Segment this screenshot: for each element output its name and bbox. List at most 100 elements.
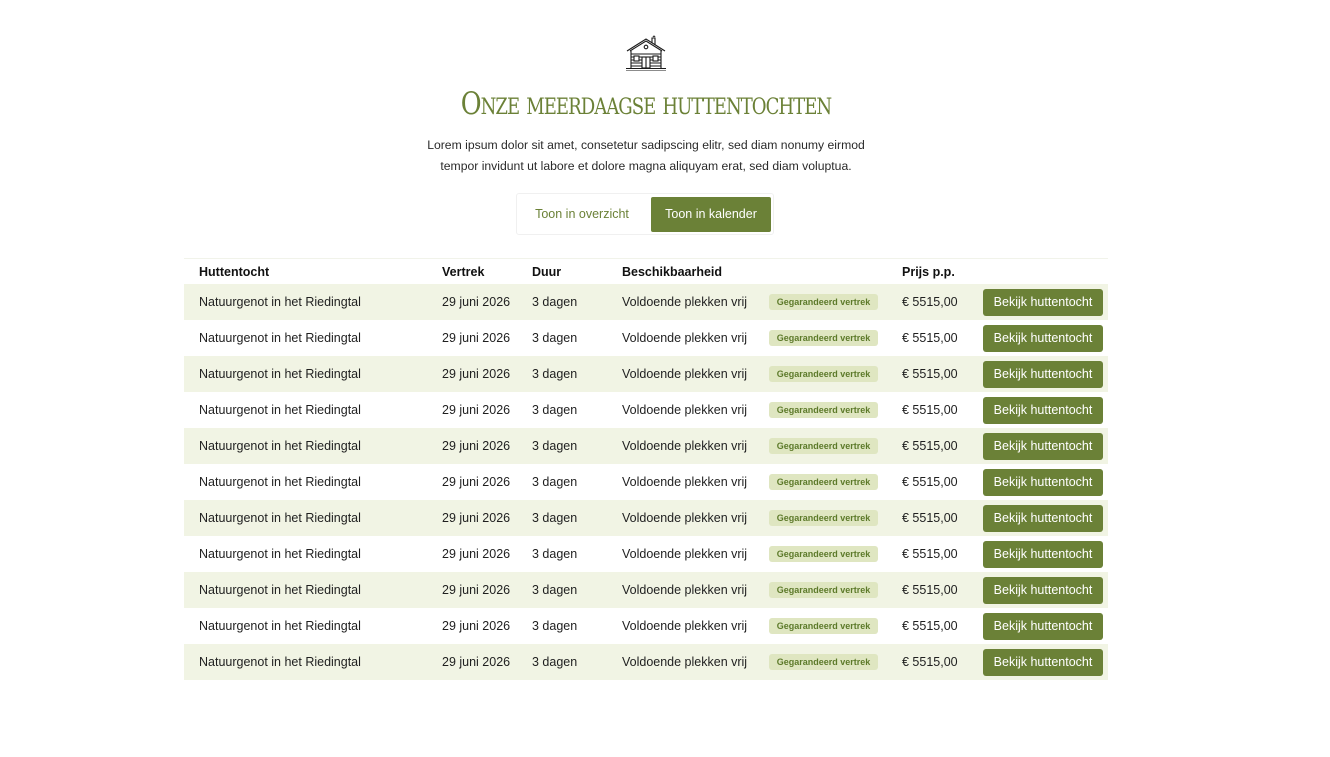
price: € 5515,00 (902, 511, 958, 525)
availability: Voldoende plekken vrij (622, 403, 748, 417)
page-title: Onze meerdaagse huttentochten (460, 86, 832, 122)
tour-name: Natuurgenot in het Riedingtal (199, 367, 361, 381)
availability: Voldoende plekken vrij (622, 295, 748, 309)
duration: 3 dagen (532, 475, 578, 489)
price: € 5515,00 (902, 295, 958, 309)
table-row: Natuurgenot in het Riedingtal 29 juni 202… (184, 284, 1108, 320)
departure-date: 29 juni 2026 (442, 403, 511, 417)
intro-line-1: Lorem ipsum dolor sit amet, consetetur s… (427, 138, 865, 152)
duration: 3 dagen (532, 403, 578, 417)
duration: 3 dagen (532, 583, 578, 597)
intro-line-2: tempor invidunt ut labore et dolore magn… (440, 159, 852, 173)
column-header-price: Prijs p.p. (902, 265, 955, 279)
guaranteed-departure-badge: Gegarandeerd vertrek (769, 474, 878, 490)
view-tour-button[interactable]: Bekijk huttentocht (983, 541, 1103, 568)
tour-name: Natuurgenot in het Riedingtal (199, 583, 361, 597)
guaranteed-departure-badge: Gegarandeerd vertrek (769, 402, 878, 418)
guaranteed-departure-badge: Gegarandeerd vertrek (769, 510, 878, 526)
tour-name: Natuurgenot in het Riedingtal (199, 439, 361, 453)
table-row: Natuurgenot in het Riedingtal 29 juni 202… (184, 644, 1108, 680)
departure-date: 29 juni 2026 (442, 619, 511, 633)
availability: Voldoende plekken vrij (622, 511, 748, 525)
table-header: Huttentocht Vertrek Duur Beschikbaarheid… (184, 259, 1108, 284)
table-row: Natuurgenot in het Riedingtal 29 juni 202… (184, 392, 1108, 428)
departure-date: 29 juni 2026 (442, 655, 511, 669)
availability: Voldoende plekken vrij (622, 331, 748, 345)
departure-date: 29 juni 2026 (442, 583, 511, 597)
duration: 3 dagen (532, 619, 578, 633)
guaranteed-departure-badge: Gegarandeerd vertrek (769, 582, 878, 598)
column-header-name: Huttentocht (199, 265, 270, 279)
departure-date: 29 juni 2026 (442, 511, 511, 525)
intro-text: Lorem ipsum dolor sit amet, consetetur s… (420, 135, 872, 177)
table-row: Natuurgenot in het Riedingtal 29 juni 202… (184, 500, 1108, 536)
guaranteed-departure-badge: Gegarandeerd vertrek (769, 438, 878, 454)
page: Onze meerdaagse huttentochten Lorem ipsu… (0, 0, 1330, 757)
guaranteed-departure-badge: Gegarandeerd vertrek (769, 366, 878, 382)
view-tour-button[interactable]: Bekijk huttentocht (983, 613, 1103, 640)
price: € 5515,00 (902, 655, 958, 669)
price: € 5515,00 (902, 367, 958, 381)
price: € 5515,00 (902, 475, 958, 489)
departure-date: 29 juni 2026 (442, 367, 511, 381)
view-tour-button[interactable]: Bekijk huttentocht (983, 433, 1103, 460)
table-row: Natuurgenot in het Riedingtal 29 juni 202… (184, 428, 1108, 464)
tour-name: Natuurgenot in het Riedingtal (199, 403, 361, 417)
view-tour-button[interactable]: Bekijk huttentocht (983, 325, 1103, 352)
tour-name: Natuurgenot in het Riedingtal (199, 547, 361, 561)
view-tour-button[interactable]: Bekijk huttentocht (983, 649, 1103, 676)
price: € 5515,00 (902, 331, 958, 345)
view-tour-button[interactable]: Bekijk huttentocht (983, 577, 1103, 604)
tour-name: Natuurgenot in het Riedingtal (199, 511, 361, 525)
table-row: Natuurgenot in het Riedingtal 29 juni 202… (184, 608, 1108, 644)
table-row: Natuurgenot in het Riedingtal 29 juni 202… (184, 536, 1108, 572)
availability: Voldoende plekken vrij (622, 583, 748, 597)
duration: 3 dagen (532, 547, 578, 561)
column-header-departure: Vertrek (442, 265, 485, 279)
duration: 3 dagen (532, 439, 578, 453)
price: € 5515,00 (902, 403, 958, 417)
price: € 5515,00 (902, 619, 958, 633)
view-toggle: Toon in overzicht Toon in kalender (516, 193, 774, 235)
column-header-duration: Duur (532, 265, 562, 279)
duration: 3 dagen (532, 511, 578, 525)
guaranteed-departure-badge: Gegarandeerd vertrek (769, 618, 878, 634)
duration: 3 dagen (532, 655, 578, 669)
toggle-overview-button[interactable]: Toon in overzicht (519, 197, 645, 232)
tour-name: Natuurgenot in het Riedingtal (199, 331, 361, 345)
duration: 3 dagen (532, 331, 578, 345)
guaranteed-departure-badge: Gegarandeerd vertrek (769, 330, 878, 346)
availability: Voldoende plekken vrij (622, 367, 748, 381)
table-body: Natuurgenot in het Riedingtal 29 juni 202… (184, 284, 1108, 680)
tour-name: Natuurgenot in het Riedingtal (199, 655, 361, 669)
tour-name: Natuurgenot in het Riedingtal (199, 475, 361, 489)
departure-date: 29 juni 2026 (442, 547, 511, 561)
toggle-calendar-button[interactable]: Toon in kalender (651, 197, 771, 232)
availability: Voldoende plekken vrij (622, 547, 748, 561)
view-tour-button[interactable]: Bekijk huttentocht (983, 397, 1103, 424)
departure-date: 29 juni 2026 (442, 439, 511, 453)
table-row: Natuurgenot in het Riedingtal 29 juni 202… (184, 572, 1108, 608)
view-tour-button[interactable]: Bekijk huttentocht (983, 361, 1103, 388)
duration: 3 dagen (532, 295, 578, 309)
price: € 5515,00 (902, 439, 958, 453)
departure-date: 29 juni 2026 (442, 475, 511, 489)
duration: 3 dagen (532, 367, 578, 381)
table-row: Natuurgenot in het Riedingtal 29 juni 202… (184, 320, 1108, 356)
tour-name: Natuurgenot in het Riedingtal (199, 619, 361, 633)
view-tour-button[interactable]: Bekijk huttentocht (983, 289, 1103, 316)
guaranteed-departure-badge: Gegarandeerd vertrek (769, 546, 878, 562)
price: € 5515,00 (902, 583, 958, 597)
column-header-availability: Beschikbaarheid (622, 265, 723, 279)
availability: Voldoende plekken vrij (622, 619, 748, 633)
tour-name: Natuurgenot in het Riedingtal (199, 295, 361, 309)
departure-date: 29 juni 2026 (442, 331, 511, 345)
guaranteed-departure-badge: Gegarandeerd vertrek (769, 654, 878, 670)
table-row: Natuurgenot in het Riedingtal 29 juni 202… (184, 356, 1108, 392)
hut-icon (626, 35, 666, 71)
view-tour-button[interactable]: Bekijk huttentocht (983, 505, 1103, 532)
departure-date: 29 juni 2026 (442, 295, 511, 309)
price: € 5515,00 (902, 547, 958, 561)
view-tour-button[interactable]: Bekijk huttentocht (983, 469, 1103, 496)
availability: Voldoende plekken vrij (622, 475, 748, 489)
